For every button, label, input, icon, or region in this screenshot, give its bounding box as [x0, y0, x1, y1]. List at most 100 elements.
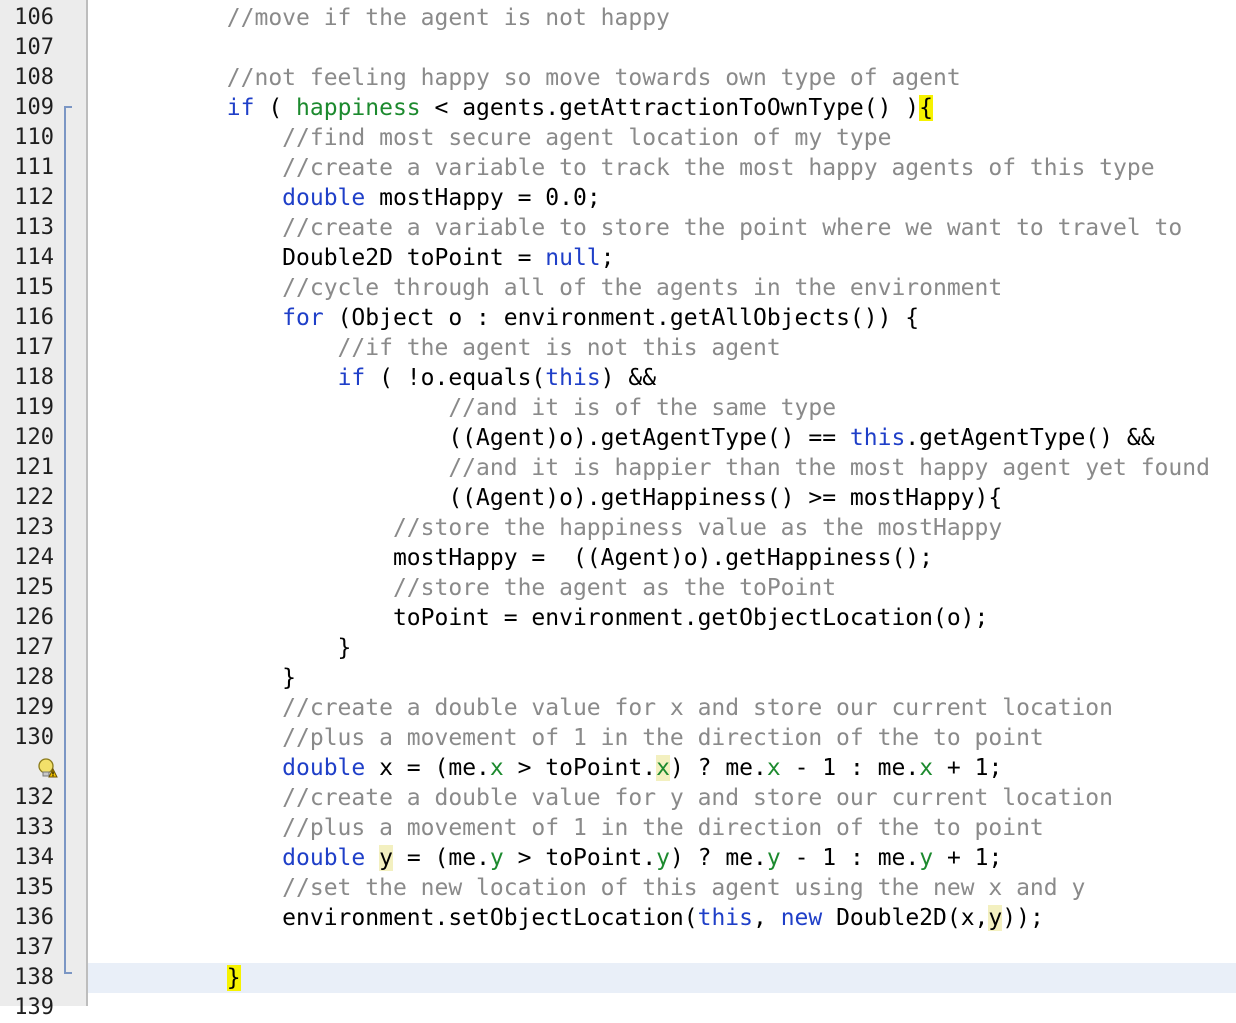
code-line[interactable]: 121 //and it is happier than the most ha…	[14, 453, 1236, 483]
line-number: 107	[14, 35, 54, 60]
line-number: 135	[14, 875, 54, 900]
code-line[interactable]: 136 environment.setObjectLocation(this, …	[14, 903, 1236, 933]
code-line[interactable]: 107	[14, 33, 1236, 63]
code-text: if ( happiness < agents.getAttractionToO…	[116, 93, 934, 123]
code-token: //find most secure agent location of my …	[116, 125, 892, 151]
code-line[interactable]: 128 }	[14, 663, 1236, 693]
line-number: 132	[14, 785, 54, 810]
code-token: happiness	[296, 95, 421, 121]
code-line[interactable]: 125 //store the agent as the toPoint	[14, 573, 1236, 603]
code-line[interactable]: 134 double y = (me.y > toPoint.y) ? me.y…	[14, 843, 1236, 873]
code-text: //find most secure agent location of my …	[116, 123, 891, 153]
line-number: 136	[14, 905, 54, 930]
code-token: (Object o : environment.getAllObjects())…	[323, 305, 920, 331]
code-area[interactable]: 106 //move if the agent is not happy 107 1…	[14, 3, 1236, 1023]
code-line[interactable]: 113 //create a variable to store the poi…	[14, 213, 1236, 243]
code-text: mostHappy = ((Agent)o).getHappiness();	[116, 543, 933, 573]
code-token: null	[545, 245, 601, 271]
code-line[interactable]: double x = (me.x > toPoint.x) ? me.x - 1…	[38, 753, 1236, 783]
code-token: y	[988, 905, 1003, 931]
code-token: environment.setObjectLocation(	[116, 905, 698, 931]
code-text: //cycle through all of the agents in the…	[116, 273, 1002, 303]
code-text: //create a variable to store the point w…	[116, 213, 1182, 243]
code-text: double y = (me.y > toPoint.y) ? me.y - 1…	[116, 843, 1002, 873]
code-line[interactable]: 135 //set the new location of this agent…	[14, 873, 1236, 903]
code-line[interactable]: 114 Double2D toPoint = null;	[14, 243, 1236, 273]
code-token: = (me.	[392, 845, 490, 871]
code-text: toPoint = environment.getObjectLocation(…	[116, 603, 988, 633]
code-token: x	[766, 755, 781, 781]
code-line[interactable]: 119 //and it is of the same type	[14, 393, 1236, 423]
code-token: > toPoint.	[503, 755, 657, 781]
code-token: this	[849, 425, 906, 451]
line-number: 133	[14, 815, 54, 840]
code-line[interactable]: 122 ((Agent)o).getHappiness() >= mostHap…	[14, 483, 1236, 513]
line-number: 110	[14, 125, 54, 150]
code-token: //if the agent is not this agent	[116, 335, 781, 361]
code-token: //cycle through all of the agents in the…	[116, 275, 1003, 301]
code-token: - 1 : me.	[780, 755, 920, 781]
code-text: //set the new location of this agent usi…	[116, 873, 1085, 903]
code-token: y	[489, 845, 504, 871]
code-token: //store the agent as the toPoint	[116, 575, 837, 601]
code-line[interactable]: 111 //create a variable to track the mos…	[14, 153, 1236, 183]
code-line[interactable]: 127 }	[14, 633, 1236, 663]
code-token: x	[489, 755, 504, 781]
code-token: x = (me.	[365, 755, 490, 781]
code-line[interactable]: 116 for (Object o : environment.getAllOb…	[14, 303, 1236, 333]
line-number: 115	[14, 275, 54, 300]
code-token: + 1;	[933, 755, 1003, 781]
code-line[interactable]: 130 //plus a movement of 1 in the direct…	[14, 723, 1236, 753]
line-number: 128	[14, 665, 54, 690]
code-token: {	[919, 95, 934, 121]
code-line[interactable]: 112 double mostHappy = 0.0;	[14, 183, 1236, 213]
code-text: //store the agent as the toPoint	[116, 573, 836, 603]
code-token: this	[697, 905, 753, 931]
line-number: 116	[14, 305, 54, 330]
code-token: y	[379, 845, 393, 871]
code-line[interactable]: 126 toPoint = environment.getObjectLocat…	[14, 603, 1236, 633]
code-token: double	[282, 755, 366, 781]
code-token: .getAgentType() &&	[905, 425, 1155, 451]
code-token: Double2D(x,	[822, 905, 989, 931]
code-token: ) ? me.	[669, 755, 767, 781]
code-line[interactable]: 123 //store the happiness value as the m…	[14, 513, 1236, 543]
code-line[interactable]: 108 //not feeling happy so move towards …	[14, 63, 1236, 93]
code-token: ) &&	[600, 365, 657, 391]
code-token: + 1;	[933, 845, 1003, 871]
code-text: double x = (me.x > toPoint.x) ? me.x - 1…	[116, 753, 1002, 783]
code-line[interactable]: 129 //create a double value for x and st…	[14, 693, 1236, 723]
code-token: ;	[600, 245, 615, 271]
code-line[interactable]: 118 if ( !o.equals(this) &&	[14, 363, 1236, 393]
code-token: for	[282, 305, 324, 331]
code-text: double mostHappy = 0.0;	[116, 183, 601, 213]
lightbulb-warning-icon[interactable]	[36, 757, 58, 779]
code-line[interactable]: 115 //cycle through all of the agents in…	[14, 273, 1236, 303]
code-line[interactable]: 132 //create a double value for y and st…	[14, 783, 1236, 813]
code-line[interactable]: 110 //find most secure agent location of…	[14, 123, 1236, 153]
code-line[interactable]: 124 mostHappy = ((Agent)o).getHappiness(…	[14, 543, 1236, 573]
code-line[interactable]: 137	[14, 933, 1236, 963]
code-line[interactable]: 109 if ( happiness < agents.getAttractio…	[14, 93, 1236, 123]
code-editor[interactable]: 106 //move if the agent is not happy 107 1…	[0, 0, 1236, 1020]
line-number: 126	[14, 605, 54, 630]
line-number: 139	[14, 995, 54, 1020]
code-line[interactable]: 117 //if the agent is not this agent	[14, 333, 1236, 363]
code-token: y	[766, 845, 781, 871]
code-text: }	[116, 963, 241, 993]
code-token: x	[919, 755, 934, 781]
line-number: 129	[14, 695, 54, 720]
code-line[interactable]: 133 //plus a movement of 1 in the direct…	[14, 813, 1236, 843]
code-text: if ( !o.equals(this) &&	[116, 363, 657, 393]
code-line[interactable]: 120 ((Agent)o).getAgentType() == this.ge…	[14, 423, 1236, 453]
code-line[interactable]: 106 //move if the agent is not happy	[14, 3, 1236, 33]
code-line[interactable]: 138 }	[14, 963, 1236, 993]
code-line[interactable]: 139	[14, 993, 1236, 1023]
line-number: 114	[14, 245, 54, 270]
code-token: this	[545, 365, 601, 391]
